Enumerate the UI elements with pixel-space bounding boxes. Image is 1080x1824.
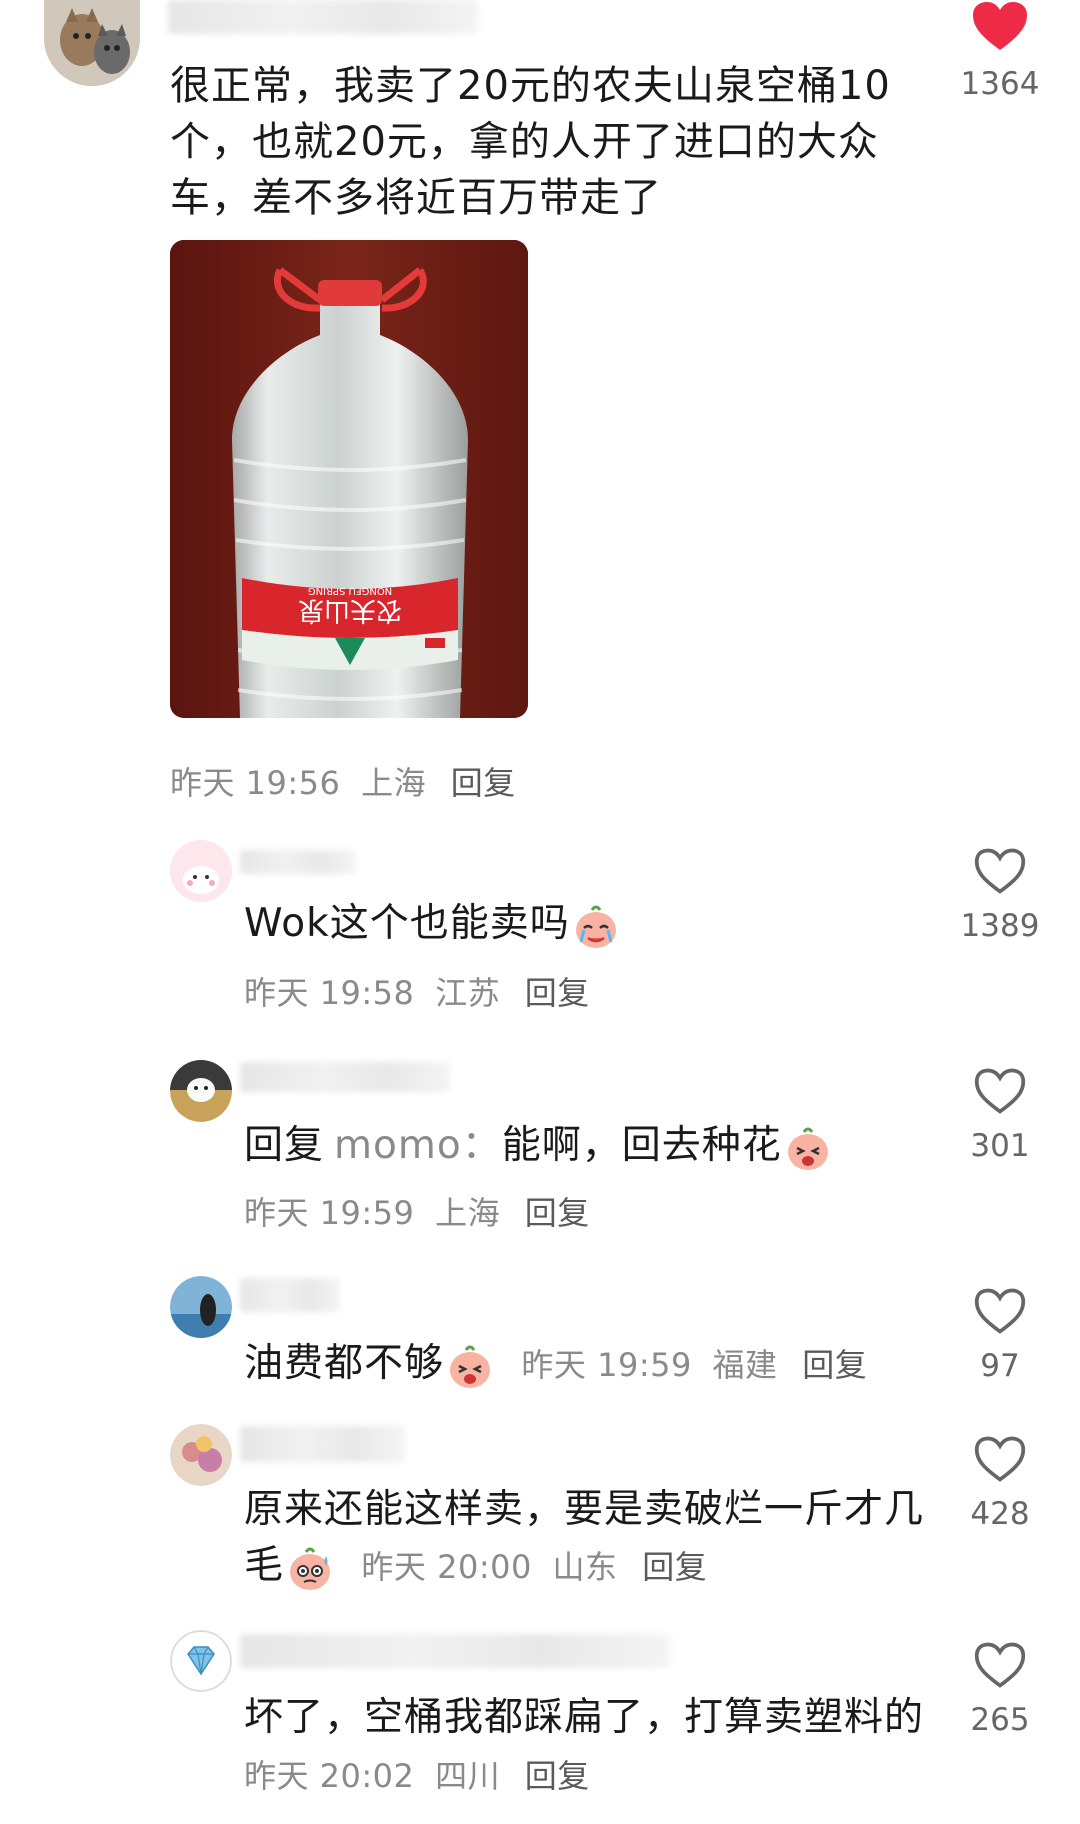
like-count: 428 bbox=[970, 1496, 1030, 1532]
like-button[interactable]: 97 bbox=[940, 1286, 1060, 1384]
username-blurred bbox=[240, 1634, 670, 1668]
like-button[interactable]: 301 bbox=[940, 1066, 1060, 1164]
heart-outline-icon bbox=[940, 1066, 1060, 1116]
comment-text: Wok这个也能卖吗 bbox=[244, 896, 620, 952]
comment-time: 昨天 19:58 bbox=[244, 974, 415, 1012]
like-count: 1389 bbox=[960, 908, 1040, 944]
like-count: 265 bbox=[970, 1702, 1030, 1738]
comment-meta: 昨天 20:02 四川 回复 bbox=[244, 1757, 590, 1795]
reply-button[interactable]: 回复 bbox=[525, 974, 590, 1012]
comment-meta: 昨天 19:59 福建 回复 bbox=[521, 1346, 867, 1384]
username-blurred bbox=[168, 0, 478, 34]
like-count: 97 bbox=[980, 1348, 1020, 1384]
comment-time: 昨天 20:02 bbox=[244, 1757, 415, 1795]
avatar[interactable] bbox=[44, 0, 140, 86]
reply-prefix: 回复 bbox=[244, 1123, 325, 1168]
comment-location: 山东 bbox=[552, 1548, 618, 1586]
heart-outline-icon bbox=[940, 1434, 1060, 1484]
username-blurred bbox=[240, 1426, 405, 1462]
comment-meta: 昨天 19:59 上海 回复 bbox=[244, 1188, 590, 1234]
comment-location: 福建 bbox=[712, 1346, 778, 1384]
heart-outline-icon bbox=[940, 1286, 1060, 1336]
reply-button[interactable]: 回复 bbox=[525, 1757, 590, 1795]
like-button[interactable]: 265 bbox=[940, 1640, 1060, 1738]
comment-text: 原来还能这样卖，要是卖破烂一斤才几毛 昨天 20:00 山东 回复 bbox=[244, 1482, 924, 1595]
avatar[interactable] bbox=[170, 840, 232, 902]
main-comment-meta: 昨天 19:56 上海 回复 bbox=[170, 758, 516, 804]
reply-button[interactable]: 回复 bbox=[642, 1548, 707, 1586]
comment-location: 上海 bbox=[435, 1194, 501, 1232]
like-count: 1364 bbox=[960, 66, 1040, 102]
crying-face-emoji bbox=[572, 902, 620, 950]
laughing-face-emoji bbox=[446, 1342, 494, 1390]
reply-target[interactable]: momo： bbox=[334, 1123, 502, 1168]
like-button[interactable]: 428 bbox=[940, 1434, 1060, 1532]
main-like-button[interactable]: 1364 bbox=[940, 0, 1060, 102]
avatar[interactable] bbox=[170, 1424, 232, 1486]
reply-button[interactable]: 回复 bbox=[802, 1346, 867, 1384]
avatar[interactable] bbox=[170, 1276, 232, 1338]
heart-filled-icon bbox=[940, 0, 1060, 52]
like-button[interactable]: 1389 bbox=[940, 846, 1060, 944]
username-blurred bbox=[240, 850, 355, 874]
like-count: 301 bbox=[970, 1128, 1030, 1164]
comment-location: 江苏 bbox=[435, 974, 501, 1012]
reply-button[interactable]: 回复 bbox=[525, 1194, 590, 1232]
laughing-face-emoji bbox=[784, 1124, 832, 1172]
comment-location: 四川 bbox=[435, 1757, 501, 1795]
comment-text: 油费都不够 昨天 19:59 福建 回复 bbox=[244, 1336, 867, 1393]
comment-time: 昨天 19:59 bbox=[244, 1194, 415, 1232]
comment-image[interactable]: 农夫山泉 NONGFU SPRING bbox=[170, 240, 528, 718]
comment-location: 上海 bbox=[361, 764, 427, 802]
comment-time: 昨天 19:56 bbox=[170, 764, 341, 802]
comment-text: 回复 momo：能啊，回去种花 bbox=[244, 1118, 832, 1174]
heart-outline-icon bbox=[940, 846, 1060, 896]
comment-time: 昨天 19:59 bbox=[521, 1346, 692, 1384]
comment-meta: 昨天 20:00 山东 回复 bbox=[361, 1548, 707, 1586]
sweat-face-emoji bbox=[286, 1544, 334, 1592]
username-blurred bbox=[240, 1278, 340, 1312]
comment-time: 昨天 20:00 bbox=[361, 1548, 532, 1586]
username-blurred bbox=[240, 1062, 450, 1092]
comment-meta: 昨天 19:58 江苏 回复 bbox=[244, 968, 590, 1014]
heart-outline-icon bbox=[940, 1640, 1060, 1690]
reply-button[interactable]: 回复 bbox=[451, 764, 516, 802]
comment-text: 坏了，空桶我都踩扁了，打算卖塑料的 昨天 20:02 四川 回复 bbox=[244, 1695, 925, 1795]
bottle-label-brand-en: NONGFU SPRING bbox=[308, 585, 392, 596]
main-comment-text: 很正常，我卖了20元的农夫山泉空桶10个，也就20元，拿的人开了进口的大众车，差… bbox=[170, 63, 891, 221]
bottle-label-brand: 农夫山泉 bbox=[298, 595, 402, 625]
avatar[interactable] bbox=[170, 1630, 232, 1692]
avatar[interactable] bbox=[170, 1060, 232, 1122]
